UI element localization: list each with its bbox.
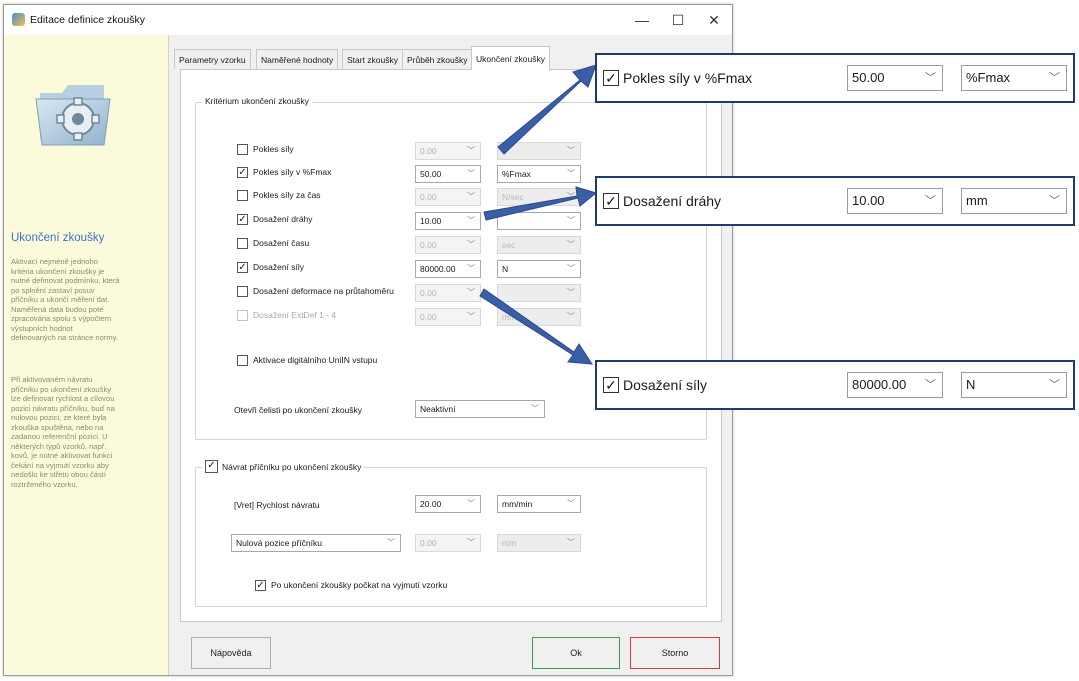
arrow-to-callout-1	[497, 64, 597, 155]
callout-3-label: Dosažení síly	[623, 377, 708, 393]
callout-1-unit-dropdown: %Fmax ﹀	[961, 65, 1067, 91]
callout-3-unit-dropdown: N ﹀	[961, 372, 1067, 398]
chevron-down-icon: ﹀	[1049, 72, 1060, 84]
callout-dosazeni-sily: ✓ Dosažení síly 80000.00 ﹀ N ﹀	[595, 360, 1075, 410]
callout-1-value: 50.00	[852, 70, 885, 85]
chevron-down-icon: ﹀	[1049, 379, 1060, 391]
chevron-down-icon: ﹀	[1049, 195, 1060, 207]
chevron-down-icon: ﹀	[925, 379, 936, 391]
tab-ukonceni-zkousky[interactable]: Ukončení zkoušky	[471, 46, 550, 70]
callout-1-checkbox: ✓	[603, 70, 619, 86]
callout-2-unit-dropdown: mm ﹀	[961, 188, 1067, 214]
arrow-to-callout-2	[483, 186, 598, 221]
callout-3-unit: N	[966, 377, 976, 392]
callout-1-label: Pokles síly v %Fmax	[623, 70, 753, 86]
callout-2-unit: mm	[966, 193, 988, 208]
callout-3-checkbox: ✓	[603, 377, 619, 393]
callout-3-value-dropdown: 80000.00 ﹀	[847, 372, 943, 398]
arrow-to-callout-3	[479, 288, 593, 365]
callout-1-value-dropdown: 50.00 ﹀	[847, 65, 943, 91]
callout-3-value: 80000.00	[852, 377, 907, 392]
callout-2-value: 10.00	[852, 193, 885, 208]
chevron-down-icon: ﹀	[925, 195, 936, 207]
callout-pokles-sily: ✓ Pokles síly v %Fmax 50.00 ﹀ %Fmax ﹀	[595, 53, 1075, 103]
callout-2-label: Dosažení dráhy	[623, 193, 722, 209]
callout-dosazeni-drahy: ✓ Dosažení dráhy 10.00 ﹀ mm ﹀	[595, 176, 1075, 226]
callout-2-value-dropdown: 10.00 ﹀	[847, 188, 943, 214]
callout-2-checkbox: ✓	[603, 193, 619, 209]
chevron-down-icon: ﹀	[925, 72, 936, 84]
callout-1-unit: %Fmax	[966, 70, 1011, 85]
